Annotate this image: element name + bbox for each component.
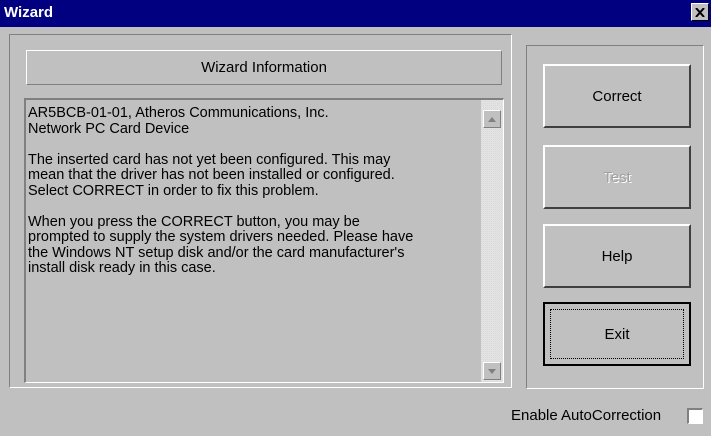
message-text: AR5BCB-01-01, Atheros Communications, In… (28, 105, 480, 292)
message-line: AR5BCB-01-01, Atheros Communications, In… (28, 105, 329, 121)
title-bar[interactable]: Wizard (0, 0, 711, 27)
arrow-up-icon (488, 116, 496, 122)
message-textbox[interactable]: AR5BCB-01-01, Atheros Communications, In… (24, 98, 504, 383)
enable-autocorrection-checkbox[interactable] (687, 408, 703, 424)
message-line: the Windows NT setup disk and/or the car… (28, 244, 405, 261)
scroll-down-button[interactable] (483, 362, 501, 380)
message-line: install disk ready in this case. (28, 260, 216, 276)
message-line: Network PC Card Device (28, 120, 190, 137)
message-line: Select CORRECT in order to fix this prob… (28, 182, 319, 199)
help-button[interactable]: Help (543, 224, 691, 288)
test-button[interactable]: Test (543, 145, 691, 209)
message-line: prompted to supply the system drivers ne… (28, 229, 414, 245)
correct-button[interactable]: Correct (543, 64, 691, 128)
message-paragraph: When you press the CORRECT button, you m… (28, 213, 480, 277)
close-icon (695, 7, 705, 17)
window-title: Wizard (4, 4, 54, 21)
message-paragraph: AR5BCB-01-01, Atheros Communications, In… (28, 105, 480, 137)
enable-autocorrection-label: Enable AutoCorrection (511, 407, 662, 424)
message-line: The inserted card has not yet been confi… (28, 151, 391, 168)
vertical-scrollbar[interactable] (481, 100, 503, 382)
message-line: When you press the CORRECT button, you m… (28, 213, 360, 230)
arrow-down-icon (488, 368, 496, 374)
wizard-information-header: Wizard Information (26, 50, 502, 85)
scroll-up-button[interactable] (483, 110, 501, 128)
message-line: mean that the driver has not been instal… (28, 167, 395, 183)
exit-button[interactable]: Exit (543, 302, 691, 366)
focus-ring (550, 309, 684, 359)
close-button[interactable] (691, 3, 709, 21)
message-paragraph: The inserted card has not yet been confi… (28, 151, 480, 200)
